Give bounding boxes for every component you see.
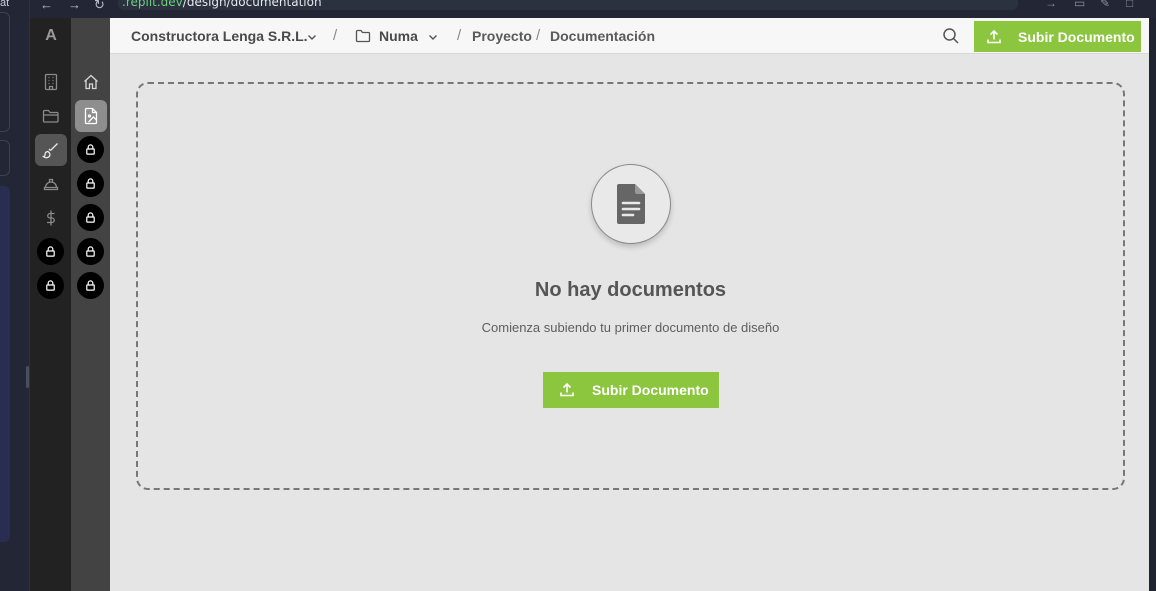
secondary-rail: [71, 18, 110, 591]
building-icon[interactable]: [35, 66, 67, 98]
breadcrumb-section: Documentación: [550, 28, 656, 44]
lock-icon: [77, 204, 104, 231]
empty-state-title: No hay documentos: [534, 279, 727, 301]
upload-document-button[interactable]: Subir Documento: [543, 372, 719, 408]
url-path: /design/documentation: [182, 0, 322, 9]
window-edge: [1149, 18, 1156, 591]
wrench-icon[interactable]: ✎: [1100, 0, 1110, 10]
monitor-icon[interactable]: ▭: [1074, 0, 1085, 10]
reload-icon[interactable]: ↻: [94, 0, 105, 13]
folder-icon[interactable]: [35, 100, 67, 132]
home-icon[interactable]: [75, 66, 107, 98]
document-image-icon[interactable]: [75, 100, 107, 132]
upload-document-button[interactable]: Subir Documento: [974, 21, 1141, 52]
breadcrumb-folder[interactable]: Numa: [379, 28, 418, 44]
back-icon[interactable]: ←: [40, 0, 53, 12]
browser-side-panel: at: [0, 0, 30, 591]
extension-icon[interactable]: □: [1126, 0, 1133, 10]
document-icon: [617, 184, 645, 224]
chevron-down-icon[interactable]: [306, 31, 318, 43]
browser-toolbar: ← → ↻ .replit.dev/design/documentation →…: [30, 0, 1156, 18]
primary-rail: A: [30, 18, 71, 591]
breadcrumb-company[interactable]: Constructora Lenga S.R.L.: [131, 28, 308, 44]
search-icon[interactable]: [942, 27, 960, 45]
lock-icon: [77, 238, 104, 265]
lock-icon: [77, 272, 104, 299]
folder-icon: [355, 29, 371, 43]
lock-icon: [37, 238, 64, 265]
lock-icon: [77, 136, 104, 163]
address-bar[interactable]: .replit.dev/design/documentation: [118, 0, 1018, 10]
app-logo[interactable]: A: [42, 27, 60, 45]
resize-handle[interactable]: [26, 366, 29, 388]
empty-state-illustration: [591, 164, 671, 244]
arrow-icon[interactable]: →: [1045, 0, 1057, 10]
side-panel-card: [0, 186, 10, 542]
lock-icon: [77, 170, 104, 197]
side-panel-card: [0, 12, 10, 132]
upload-icon: [560, 382, 574, 397]
chevron-down-icon[interactable]: [427, 31, 439, 43]
brush-icon[interactable]: [35, 134, 67, 166]
lock-icon: [37, 272, 64, 299]
app: A Constructora Lenga S.R.L. / Numa / Pro…: [30, 18, 1149, 591]
empty-state-subtitle: Comienza subiendo tu primer documento de…: [481, 320, 780, 335]
upload-button-label: Subir Documento: [1018, 28, 1135, 45]
helmet-icon[interactable]: [35, 168, 67, 200]
side-panel-text: at: [0, 0, 10, 9]
upload-icon: [987, 29, 1001, 43]
forward-icon[interactable]: →: [68, 0, 81, 12]
upload-button-label: Subir Documento: [592, 382, 709, 398]
breadcrumb-separator: /: [536, 27, 541, 44]
url-text: .replit.dev/design/documentation: [122, 0, 322, 9]
breadcrumb: Constructora Lenga S.R.L. / Numa / Proye…: [110, 18, 1149, 54]
breadcrumb-project[interactable]: Proyecto: [472, 28, 532, 44]
upload-dropzone[interactable]: No hay documentos Comienza subiendo tu p…: [136, 82, 1125, 490]
breadcrumb-separator: /: [333, 27, 338, 44]
side-panel-card: [0, 140, 10, 176]
url-domain: .replit.dev: [122, 0, 183, 9]
dollar-icon[interactable]: [35, 202, 67, 234]
breadcrumb-separator: /: [457, 27, 462, 44]
